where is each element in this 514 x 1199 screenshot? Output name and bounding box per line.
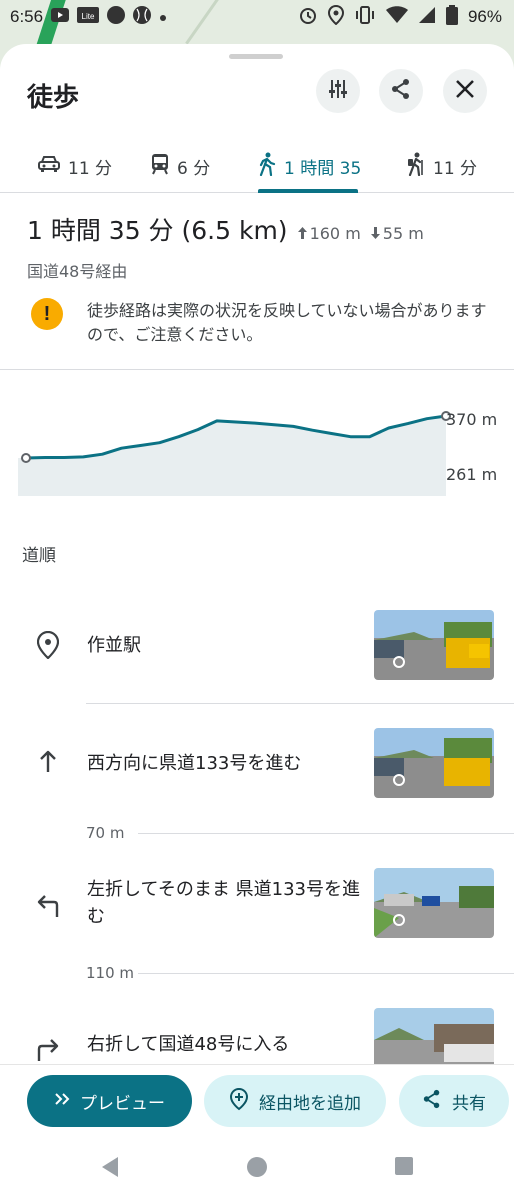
step-text: 左折してそのまま 県道133号を進む [87,879,360,927]
preview-label: プレビュー [80,1093,165,1114]
active-tab-indicator [258,189,358,193]
share-button[interactable]: 共有 [399,1075,509,1127]
battery-percent: 96% [467,7,502,26]
directions-sheet: 徒歩 11 分 6 分 1 時間 35 11 分 1 時間 35 分 (6.5 … [0,44,514,1199]
walking-warning: 徒歩経路は実際の状況を反映していない場合がありますので、ご注意ください。 [87,301,487,344]
preview-button[interactable]: プレビュー [27,1075,192,1127]
ascent-value: 160 m [309,223,361,243]
route-via: 国道48号経由 [27,262,128,281]
walk-icon [258,152,276,181]
arrow-up-icon [30,744,66,780]
back-icon[interactable] [100,1156,120,1182]
tab-drive-label: 11 分 [68,158,113,179]
double-chevron-icon [54,1091,70,1111]
tab-drive[interactable]: 11 分 [38,139,112,193]
signal-icon [418,6,436,29]
system-nav-bar [0,1144,514,1199]
tab-transit[interactable]: 6 分 [151,139,210,193]
close-icon [455,79,475,103]
tab-ride[interactable]: 11 分 [405,139,477,193]
svg-text:Lite: Lite [82,12,95,21]
circle-app-icon [107,5,126,29]
tab-ride-label: 11 分 [433,158,478,179]
street-view-thumbnail[interactable] [374,728,494,798]
route-duration: 1 時間 35 分 (6.5 km) [27,216,288,245]
page-title: 徒歩 [27,83,80,113]
youtube-icon [51,7,70,27]
elevation-min-label: 261 m [446,465,498,484]
steps-heading: 道順 [22,546,56,566]
close-button[interactable] [443,69,487,113]
step-text: 西方向に県道133号を進む [87,753,302,774]
battery-icon [445,4,458,30]
arrow-up-small-icon [297,227,307,239]
add-location-icon [229,1087,249,1116]
transit-icon [151,153,169,180]
arrow-down-small-icon [370,227,380,239]
car-icon [38,155,60,178]
drag-handle[interactable] [229,54,283,59]
distance-divider [138,973,514,974]
turn-right-icon [30,1032,66,1068]
share-icon [390,78,412,104]
share-header-button[interactable] [379,69,423,113]
descent-value: 55 m [382,223,424,243]
place-marker-icon [30,627,66,663]
home-icon[interactable] [246,1156,268,1182]
tab-walk[interactable]: 1 時間 35 [258,139,361,193]
lite-app-icon: Lite [77,6,100,28]
route-summary: 1 時間 35 分 (6.5 km) 160 m 55 m [27,211,424,247]
distance-divider [138,833,514,834]
tab-walk-label: 1 時間 35 [284,158,362,179]
route-options-button[interactable] [316,69,360,113]
status-time: 6:56 [10,7,44,26]
recents-icon[interactable] [394,1156,414,1180]
alarm-icon [298,5,318,30]
elevation-ascent: 160 m [297,223,361,243]
add-stop-label: 経由地を追加 [259,1093,361,1114]
elevation-chart [18,411,451,496]
status-bar: 6:56 Lite 96% [0,0,514,34]
street-view-thumbnail[interactable] [374,610,494,680]
divider [0,369,514,370]
location-icon [327,4,344,30]
turn-left-icon [30,888,66,924]
step-text: 作並駅 [87,635,141,656]
add-stop-button[interactable]: 経由地を追加 [204,1075,386,1127]
notification-dot-icon [159,7,167,27]
share-label: 共有 [452,1093,486,1114]
elevation-descent: 55 m [370,223,424,243]
tab-transit-label: 6 分 [177,158,211,179]
share-icon [422,1089,442,1114]
elevation-max-label: 370 m [446,410,498,429]
tune-icon [327,78,349,104]
step-text: 右折して国道48号に入る [87,1034,290,1055]
warning-icon: ! [31,298,63,330]
hiking-icon [405,152,425,181]
divider [86,703,514,704]
elevation-start-point [21,453,31,463]
distance-label: 110 m [86,964,135,982]
wifi-icon [385,5,408,29]
vibrate-icon [354,5,376,29]
distance-label: 70 m [86,824,125,842]
travel-mode-tabs: 11 分 6 分 1 時間 35 11 分 [0,139,514,193]
baseball-icon [133,5,152,29]
street-view-thumbnail[interactable] [374,868,494,938]
